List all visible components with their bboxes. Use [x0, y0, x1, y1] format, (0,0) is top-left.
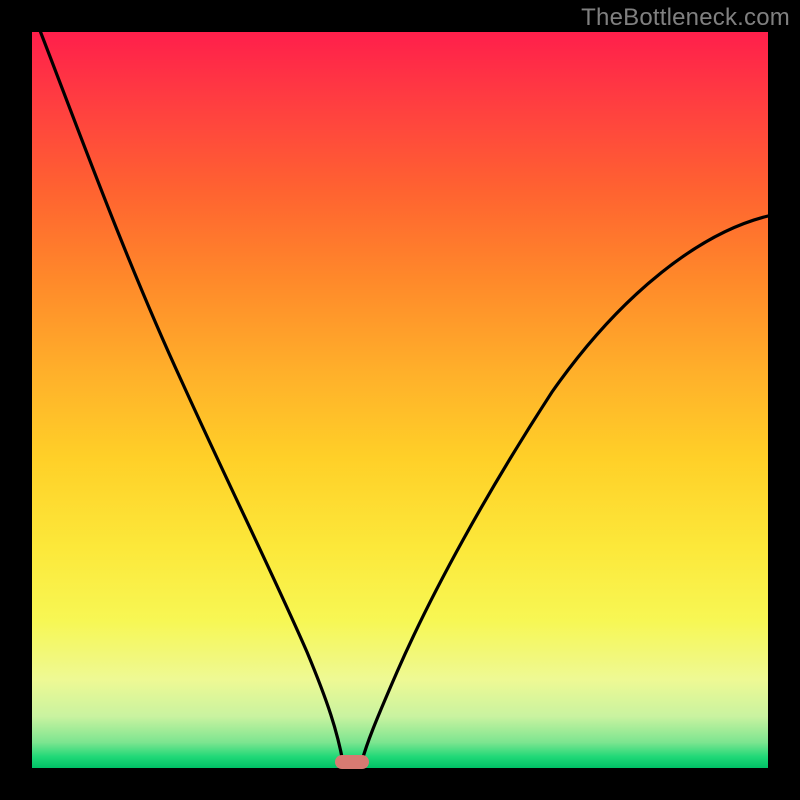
watermark-text: TheBottleneck.com	[581, 4, 790, 32]
curve-right	[360, 216, 768, 768]
chart-frame: TheBottleneck.com	[0, 0, 800, 800]
curve-svg	[32, 32, 768, 768]
minimum-marker	[335, 755, 369, 769]
plot-area	[32, 32, 768, 768]
curve-left	[32, 32, 344, 768]
